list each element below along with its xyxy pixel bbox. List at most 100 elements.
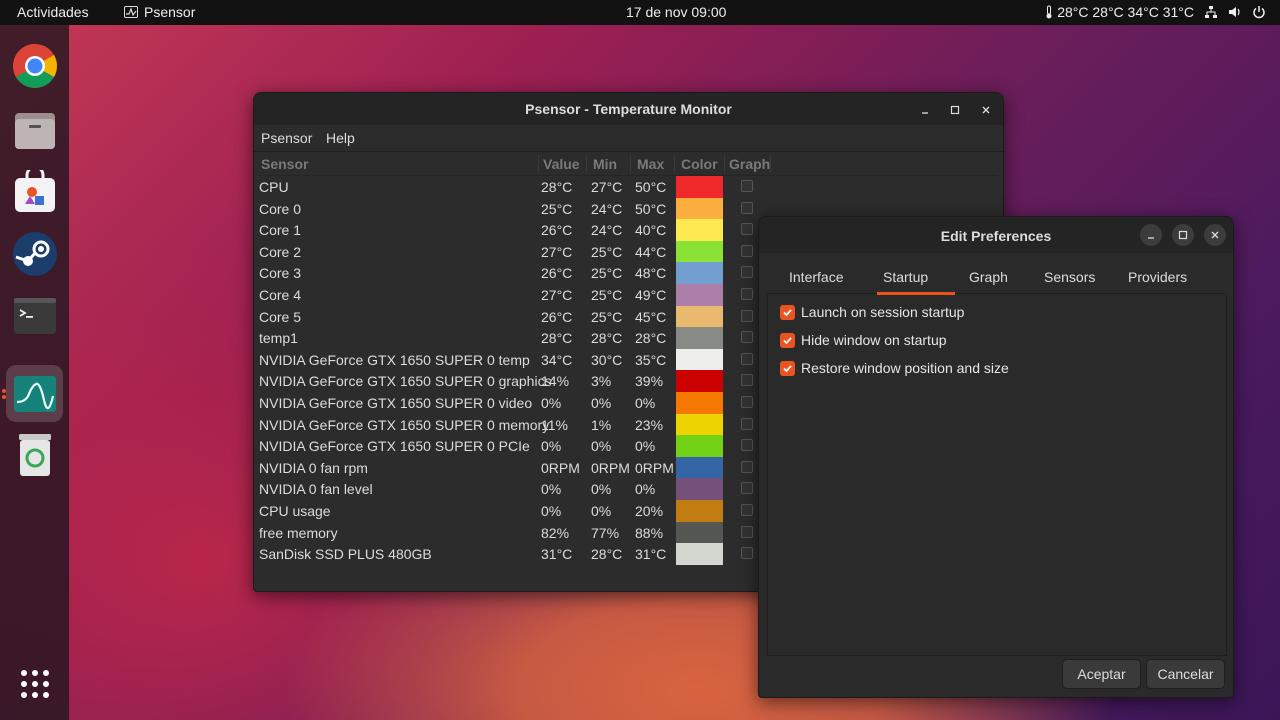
graph-checkbox[interactable] xyxy=(741,309,753,322)
sensor-color-swatch[interactable] xyxy=(676,327,723,349)
prefs-minimize-button[interactable] xyxy=(1140,224,1162,246)
sensor-value: 14% xyxy=(541,373,570,390)
maximize-icon xyxy=(950,105,960,115)
trash-launcher[interactable] xyxy=(6,427,63,484)
sensor-color-swatch[interactable] xyxy=(676,197,723,220)
startup-panel: Launch on session startup Hide window on… xyxy=(767,295,1227,656)
maximize-button[interactable] xyxy=(944,99,966,121)
col-color[interactable]: Color xyxy=(681,156,718,172)
sensor-color-swatch[interactable] xyxy=(676,370,723,392)
restore-position-option[interactable]: Restore window position and size xyxy=(780,360,1009,376)
graph-checkbox[interactable] xyxy=(741,223,753,236)
sensor-name: NVIDIA GeForce GTX 1650 SUPER 0 temp xyxy=(259,351,530,368)
restore-position-checkbox[interactable] xyxy=(780,360,795,376)
accept-button[interactable]: Aceptar xyxy=(1062,659,1141,689)
sensor-color-swatch[interactable] xyxy=(676,521,723,544)
graph-checkbox[interactable] xyxy=(741,374,753,387)
launch-on-startup-option[interactable]: Launch on session startup xyxy=(780,304,964,320)
graph-checkbox[interactable] xyxy=(741,547,753,560)
clock[interactable]: 17 de nov 09:00 xyxy=(626,4,726,20)
software-launcher[interactable] xyxy=(6,163,63,220)
prefs-close-button[interactable] xyxy=(1204,224,1226,246)
graph-checkbox[interactable] xyxy=(741,244,753,257)
minimize-icon xyxy=(922,112,928,114)
graph-checkbox[interactable] xyxy=(741,287,753,300)
tab-startup[interactable]: Startup xyxy=(883,269,928,285)
sensor-min: 77% xyxy=(591,524,620,541)
sensor-color-swatch[interactable] xyxy=(676,176,723,198)
table-row[interactable]: CPU 28°C 27°C 50°C xyxy=(258,176,998,198)
sensor-color-swatch[interactable] xyxy=(676,456,723,479)
menu-psensor[interactable]: Psensor xyxy=(261,130,312,146)
sensor-min: 0% xyxy=(591,438,612,455)
graph-checkbox[interactable] xyxy=(741,503,753,516)
minimize-button[interactable] xyxy=(914,99,936,121)
prefs-titlebar[interactable]: Edit Preferences xyxy=(759,217,1233,253)
psensor-app-icon xyxy=(124,6,138,18)
psensor-titlebar[interactable]: Psensor - Temperature Monitor xyxy=(254,93,1003,125)
sensor-min: 24°C xyxy=(591,222,623,239)
graph-checkbox[interactable] xyxy=(741,395,753,408)
sensor-color-swatch[interactable] xyxy=(676,219,723,241)
sensor-value: 26°C xyxy=(541,265,573,282)
graph-checkbox[interactable] xyxy=(741,482,753,495)
system-tray[interactable]: 28°C 28°C 34°C 31°C xyxy=(1045,4,1266,20)
sensor-color-swatch[interactable] xyxy=(676,240,723,263)
hide-window-checkbox[interactable] xyxy=(780,332,795,348)
table-header: Sensor Value Min Max Color Graph xyxy=(258,153,998,176)
sensor-color-swatch[interactable] xyxy=(676,435,723,457)
graph-checkbox[interactable] xyxy=(741,439,753,452)
sensor-color-swatch[interactable] xyxy=(676,543,723,565)
sensor-name: NVIDIA GeForce GTX 1650 SUPER 0 graphics xyxy=(259,373,552,390)
col-graph[interactable]: Graph xyxy=(729,156,770,172)
psensor-launcher[interactable] xyxy=(6,365,63,422)
psensor-indicator[interactable]: 28°C 28°C 34°C 31°C xyxy=(1045,4,1194,20)
prefs-maximize-button[interactable] xyxy=(1172,224,1194,246)
restore-position-label: Restore window position and size xyxy=(801,360,1009,376)
menu-help[interactable]: Help xyxy=(326,130,355,146)
cancel-button[interactable]: Cancelar xyxy=(1146,659,1225,689)
sensor-value: 82% xyxy=(541,524,570,541)
graph-checkbox[interactable] xyxy=(741,180,753,192)
graph-checkbox[interactable] xyxy=(741,201,753,214)
launch-on-startup-checkbox[interactable] xyxy=(780,304,795,320)
graph-checkbox[interactable] xyxy=(741,266,753,279)
col-max[interactable]: Max xyxy=(637,156,664,172)
show-apps-button[interactable] xyxy=(6,655,63,712)
sensor-color-swatch[interactable] xyxy=(676,413,723,436)
terminal-launcher[interactable] xyxy=(6,287,63,344)
hide-window-option[interactable]: Hide window on startup xyxy=(780,332,947,348)
sensor-color-swatch[interactable] xyxy=(676,478,723,500)
graph-checkbox[interactable] xyxy=(741,417,753,430)
sensor-min: 28°C xyxy=(591,546,623,563)
tab-graph[interactable]: Graph xyxy=(969,269,1008,285)
sensor-color-swatch[interactable] xyxy=(676,348,723,371)
chrome-launcher[interactable] xyxy=(6,37,63,94)
col-value[interactable]: Value xyxy=(543,156,580,172)
tab-interface[interactable]: Interface xyxy=(789,269,843,285)
files-icon xyxy=(14,112,55,149)
sensor-name: CPU usage xyxy=(259,502,331,519)
steam-launcher[interactable] xyxy=(6,225,63,282)
check-icon xyxy=(783,336,792,344)
sensor-name: CPU xyxy=(259,179,289,195)
app-menu[interactable]: Psensor xyxy=(124,4,195,20)
graph-checkbox[interactable] xyxy=(741,460,753,473)
activities-button[interactable]: Actividades xyxy=(17,4,89,20)
tab-sensors[interactable]: Sensors xyxy=(1044,269,1095,285)
sensor-name: Core 2 xyxy=(259,243,302,260)
psensor-icon xyxy=(13,375,56,412)
graph-checkbox[interactable] xyxy=(741,525,753,538)
tab-providers[interactable]: Providers xyxy=(1128,269,1187,285)
files-launcher[interactable] xyxy=(6,101,63,158)
sensor-color-swatch[interactable] xyxy=(676,305,723,328)
sensor-color-swatch[interactable] xyxy=(676,262,723,284)
col-min[interactable]: Min xyxy=(593,156,617,172)
sensor-color-swatch[interactable] xyxy=(676,499,723,522)
sensor-color-swatch[interactable] xyxy=(676,283,723,306)
sensor-color-swatch[interactable] xyxy=(676,391,723,414)
col-sensor[interactable]: Sensor xyxy=(261,156,308,172)
graph-checkbox[interactable] xyxy=(741,352,753,365)
close-button[interactable] xyxy=(975,99,997,121)
graph-checkbox[interactable] xyxy=(741,331,753,344)
